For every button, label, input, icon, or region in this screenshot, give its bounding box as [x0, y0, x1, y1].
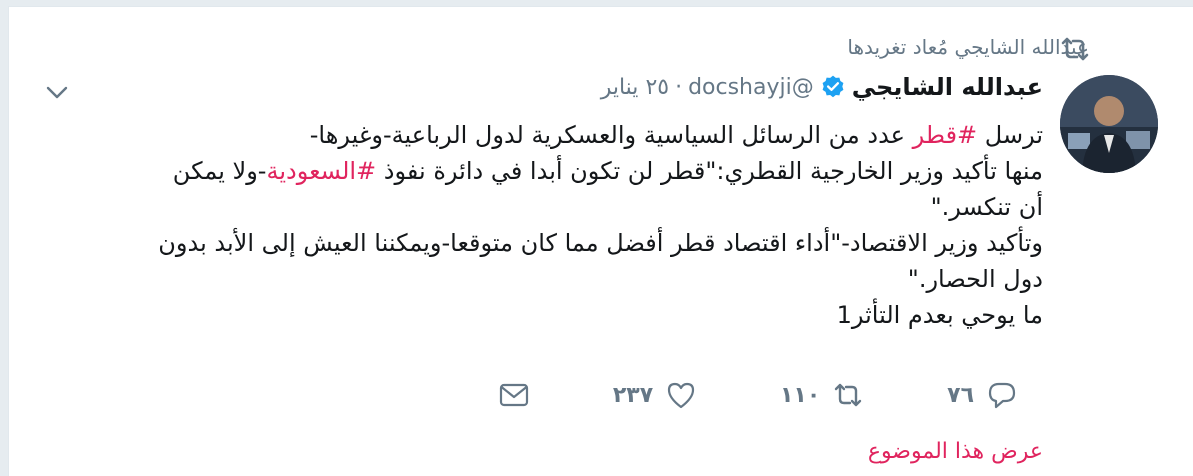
meta-separator: ·: [675, 74, 683, 100]
like-count: ٢٣٧: [612, 382, 654, 408]
retweet-icon: [835, 383, 862, 407]
chevron-down-icon[interactable]: [44, 81, 70, 103]
retweet-count: ١١٠: [780, 382, 821, 408]
hashtag-link[interactable]: #السعودية: [266, 157, 376, 185]
show-thread-link[interactable]: عرض هذا الموضوع: [868, 439, 1043, 464]
text-segment: ما يوحي بعدم التأثر1: [836, 301, 1043, 329]
tweet-line: أن تنكسر.": [43, 189, 1043, 225]
hashtag-link[interactable]: #قطر: [913, 121, 978, 149]
tweet-date[interactable]: ٢٥ يناير: [601, 75, 669, 100]
tweet-line: دول الحصار.": [43, 261, 1043, 297]
reply-button[interactable]: ٧٦: [947, 379, 1018, 411]
tweet-text: ترسل #قطر عدد من الرسائل السياسية والعسك…: [43, 117, 1043, 333]
tweet-line: وتأكيد وزير الاقتصاد-"أداء اقتصاد قطر أف…: [43, 225, 1043, 261]
tweet-card[interactable]: عبدالله الشايجي مُعاد تغريدها عبدالله ال…: [8, 6, 1193, 476]
author-display-name[interactable]: عبدالله الشايجي: [852, 73, 1043, 101]
text-segment: ترسل: [977, 121, 1043, 149]
avatar-image: [1060, 75, 1158, 173]
author-handle[interactable]: @docshayji: [688, 75, 814, 100]
reply-icon: [988, 382, 1016, 409]
retweet-button[interactable]: ١١٠: [780, 379, 864, 411]
text-segment: دول الحصار.": [907, 265, 1043, 293]
tweet-header: عبدالله الشايجي @docshayji · ٢٥ يناير: [601, 73, 1043, 101]
like-button[interactable]: ٢٣٧: [613, 379, 697, 411]
text-segment: منها تأكيد وزير الخارجية القطري:"قطر لن …: [376, 157, 1043, 185]
avatar[interactable]: [1060, 75, 1158, 173]
reply-count: ٧٦: [947, 382, 974, 408]
tweet-line: ترسل #قطر عدد من الرسائل السياسية والعسك…: [43, 117, 1043, 153]
text-segment: -ولا يمكن: [172, 157, 267, 185]
heart-icon: [668, 382, 695, 409]
verified-badge-icon: [822, 75, 844, 98]
envelope-icon: [499, 383, 529, 407]
tweet-line: منها تأكيد وزير الخارجية القطري:"قطر لن …: [43, 153, 1043, 189]
text-segment: أن تنكسر.": [930, 193, 1043, 221]
text-segment: وتأكيد وزير الاقتصاد-"أداء اقتصاد قطر أف…: [158, 229, 1043, 257]
text-segment: عدد من الرسائل السياسية والعسكرية لدول ا…: [309, 121, 913, 149]
retweet-context-label[interactable]: عبدالله الشايجي مُعاد تغريدها: [847, 35, 1089, 59]
tweet-line: ما يوحي بعدم التأثر1: [43, 297, 1043, 333]
direct-message-button[interactable]: [498, 379, 530, 411]
tweet-actions: ٧٦ ١١٠ ٢٣٧: [498, 379, 1018, 411]
